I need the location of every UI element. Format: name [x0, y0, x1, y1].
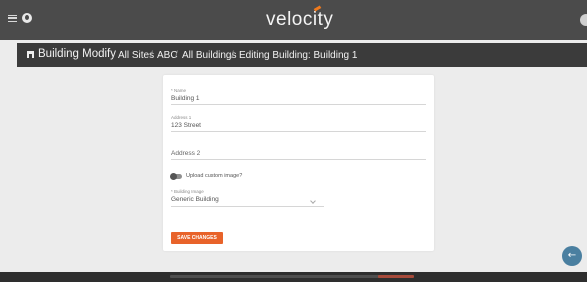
- building-image-underline: [171, 206, 324, 207]
- address1-input[interactable]: 123 Street: [171, 122, 201, 129]
- building-form-card: * Name Building 1 Address 1 123 Street A…: [163, 75, 434, 251]
- address1-underline: [171, 131, 426, 132]
- footer-link[interactable]: [378, 275, 414, 278]
- breadcrumb-all-buildings[interactable]: All Buildings: [182, 50, 236, 61]
- globe-icon[interactable]: [22, 13, 32, 23]
- custom-image-toggle[interactable]: [170, 172, 182, 180]
- custom-image-label: Upload custom image?: [186, 173, 243, 179]
- save-changes-button[interactable]: SAVE CHANGES: [171, 232, 223, 244]
- chevron-down-icon[interactable]: [310, 198, 316, 204]
- footer-copyright: [170, 275, 400, 278]
- top-app-bar: velocity: [0, 0, 587, 40]
- breadcrumb-separator: /: [231, 50, 234, 61]
- breadcrumb-separator: /: [175, 50, 178, 61]
- breadcrumb-all-sites[interactable]: All Sites: [118, 50, 154, 61]
- address1-label: Address 1: [171, 115, 192, 120]
- name-underline: [171, 104, 426, 105]
- velocity-logo: velocity: [266, 9, 334, 30]
- address2-input[interactable]: Address 2: [171, 150, 200, 157]
- user-avatar[interactable]: [580, 14, 587, 26]
- breadcrumb-bar: Building Modify All Sites / ABC / All Bu…: [17, 43, 587, 67]
- building-image-label: * Building Image: [171, 189, 204, 194]
- building-icon: [27, 51, 34, 58]
- hamburger-menu-icon[interactable]: [8, 15, 17, 22]
- name-label: * Name: [171, 88, 187, 93]
- page-footer: [0, 272, 587, 282]
- address2-underline: [171, 159, 426, 160]
- name-input[interactable]: Building 1: [171, 95, 200, 102]
- page-title: Building Modify: [38, 48, 116, 60]
- arrow-left-icon[interactable]: ←: [562, 246, 582, 266]
- breadcrumb-separator: /: [150, 50, 153, 61]
- building-image-select[interactable]: Generic Building: [171, 196, 219, 203]
- breadcrumb-current: Editing Building: Building 1: [239, 50, 358, 61]
